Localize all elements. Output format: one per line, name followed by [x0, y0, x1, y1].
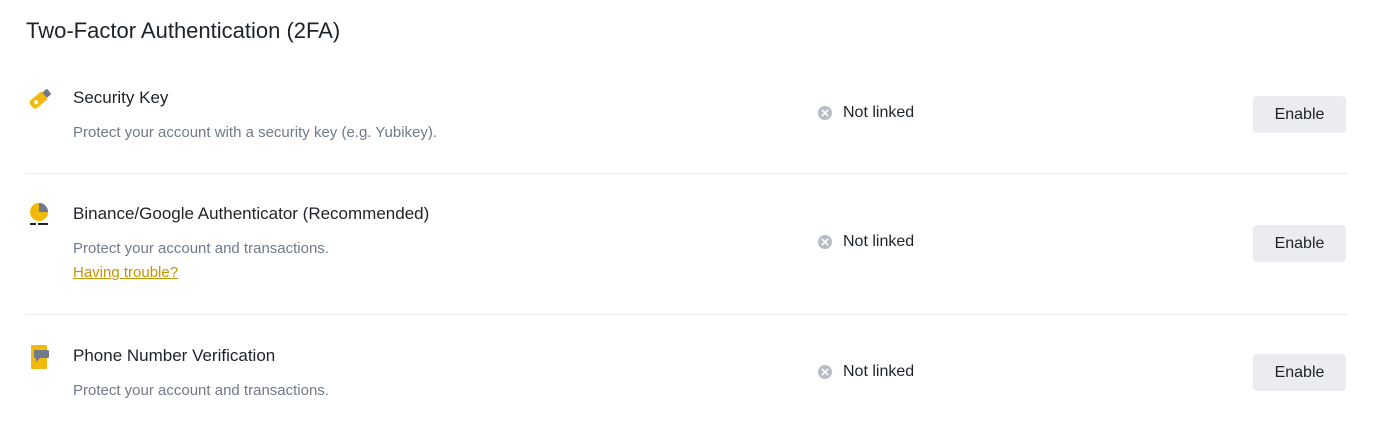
authenticator-enable-button[interactable]: Enable: [1253, 225, 1346, 262]
authenticator-row: Binance/Google Authenticator (Recommende…: [26, 196, 1347, 315]
status-text: Not linked: [843, 233, 915, 250]
phone-verification-status: Not linked: [817, 363, 914, 381]
security-key-title: Security Key: [73, 88, 169, 107]
authenticator-title: Binance/Google Authenticator (Recommende…: [73, 204, 430, 223]
security-key-row: Security Key Protect your account with a…: [26, 80, 1347, 174]
security-key-icon: [26, 85, 54, 113]
authenticator-status: Not linked: [817, 233, 914, 251]
authenticator-description: Protect your account and transactions.: [73, 240, 329, 257]
not-linked-icon: [817, 105, 833, 121]
phone-verification-row: Phone Number Verification Protect your a…: [26, 338, 1347, 418]
security-key-enable-button[interactable]: Enable: [1253, 96, 1346, 133]
authenticator-icon: [26, 201, 54, 229]
phone-icon: [26, 343, 54, 371]
phone-verification-enable-button[interactable]: Enable: [1253, 354, 1346, 391]
phone-verification-title: Phone Number Verification: [73, 346, 276, 365]
not-linked-icon: [817, 364, 833, 380]
two-factor-auth-panel: Two-Factor Authentication (2FA) Security…: [0, 0, 1380, 428]
not-linked-icon: [817, 234, 833, 250]
phone-verification-description: Protect your account and transactions.: [73, 382, 329, 399]
status-text: Not linked: [843, 363, 915, 380]
having-trouble-link[interactable]: Having trouble?: [73, 262, 178, 284]
security-key-status: Not linked: [817, 104, 914, 122]
section-title: Two-Factor Authentication (2FA): [26, 18, 341, 43]
status-text: Not linked: [843, 104, 915, 121]
security-key-description: Protect your account with a security key…: [73, 124, 438, 141]
